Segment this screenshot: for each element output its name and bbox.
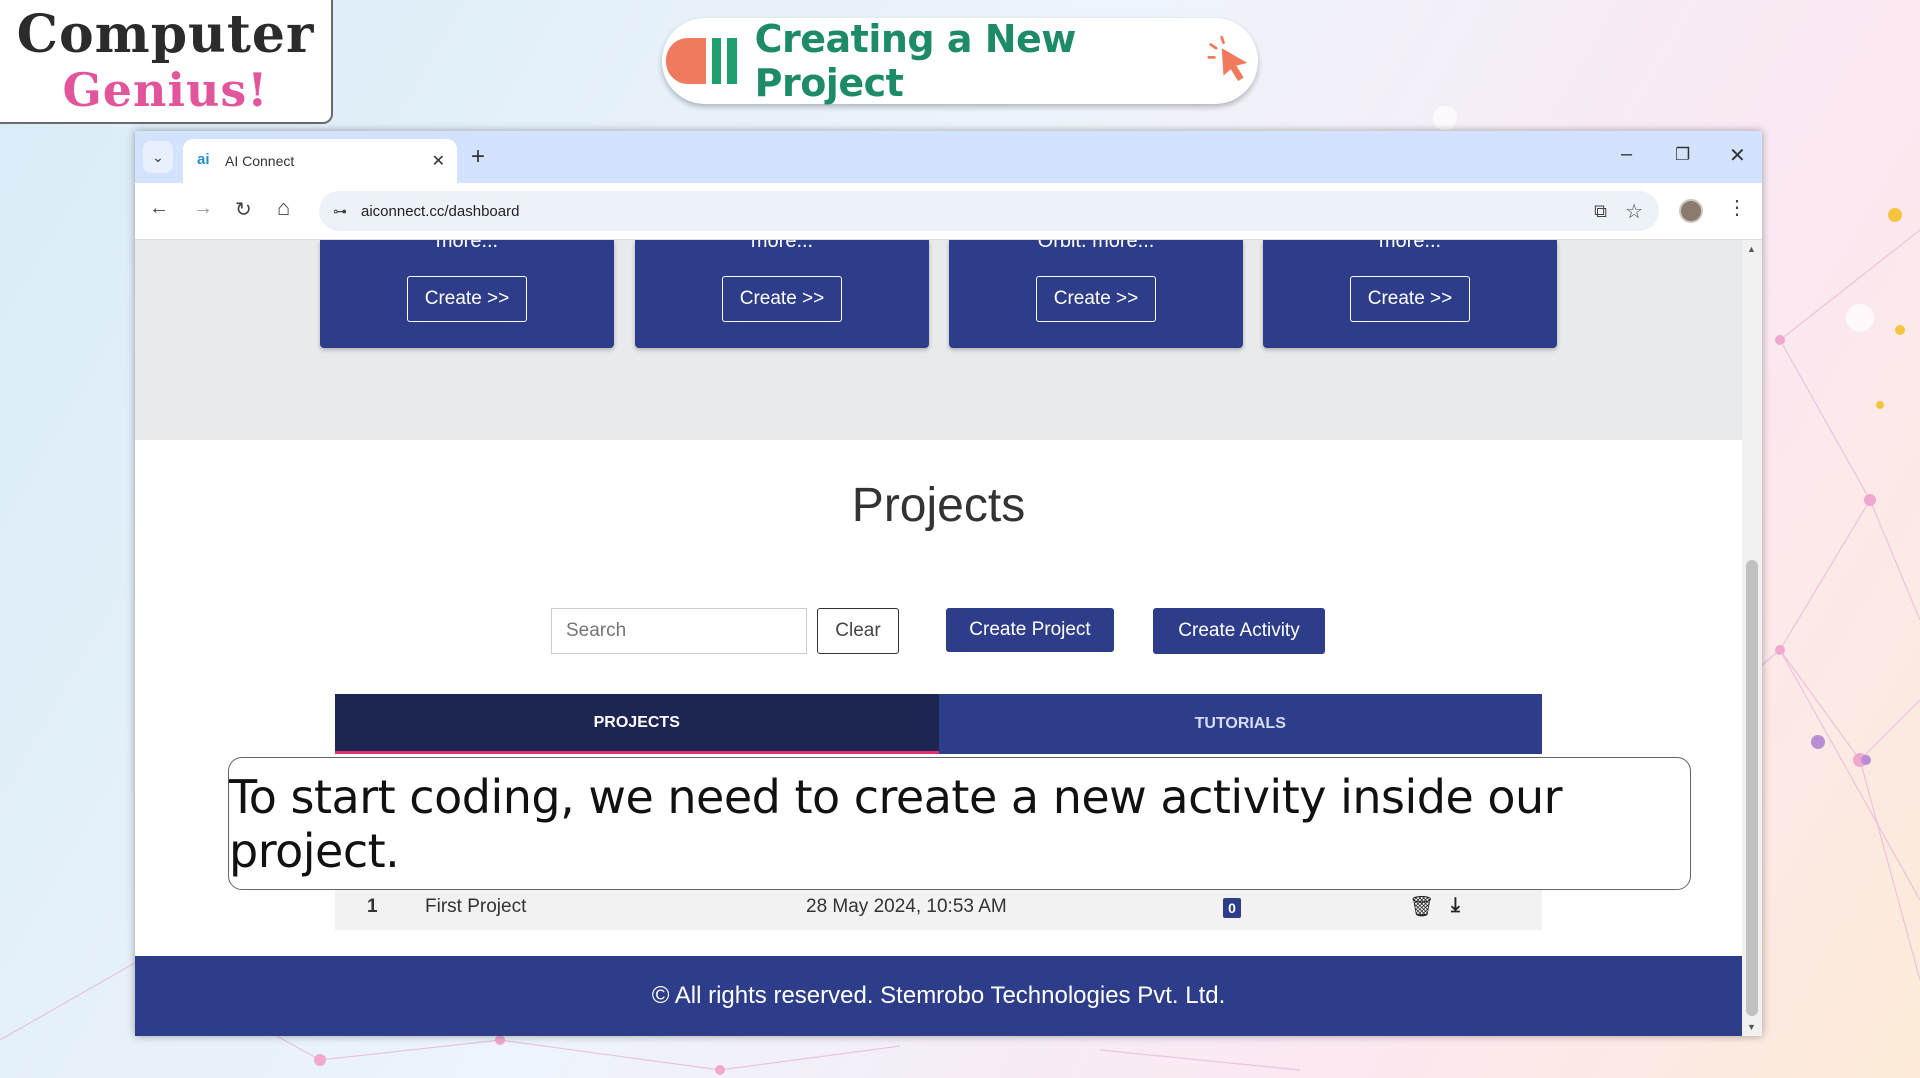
ai-connect-favicon-icon: ai bbox=[197, 151, 210, 168]
bookmark-star-icon[interactable]: ☆ bbox=[1625, 199, 1643, 224]
install-app-icon[interactable]: ⧉ bbox=[1594, 201, 1607, 222]
tab-strip: ⌄ ai AI Connect ✕ + – ❐ ✕ bbox=[135, 131, 1762, 183]
card-description: more... bbox=[1378, 240, 1442, 252]
brand-line-2: Genius! bbox=[62, 63, 269, 117]
url-text[interactable]: aiconnect.cc/dashboard bbox=[361, 203, 519, 220]
minimize-icon[interactable]: – bbox=[1621, 143, 1632, 166]
delete-icon[interactable]: 🗑 bbox=[1409, 894, 1434, 919]
activity-card: Orbit. more... Create >> bbox=[949, 240, 1243, 348]
page-footer: © All rights reserved. Stemrobo Technolo… bbox=[135, 956, 1742, 1036]
card-create-button[interactable]: Create >> bbox=[1350, 276, 1470, 322]
banner-decor-block bbox=[666, 38, 707, 84]
tab-tutorials[interactable]: TUTORIALS bbox=[938, 694, 1542, 754]
download-icon[interactable]: ⤓ bbox=[1451, 894, 1460, 917]
brand-logo: Computer Genius! bbox=[0, 0, 333, 124]
activity-count-badge: 0 bbox=[1223, 898, 1241, 918]
tab-close-icon[interactable]: ✕ bbox=[432, 151, 445, 171]
activity-cards-section: more... Create >> more... Create >> Orbi… bbox=[135, 240, 1742, 440]
lesson-title: Creating a New Project bbox=[754, 17, 1077, 105]
activity-card: more... Create >> bbox=[1263, 240, 1557, 348]
home-icon[interactable]: ⌂ bbox=[277, 195, 290, 221]
profile-avatar[interactable] bbox=[1679, 199, 1703, 223]
cursor-click-icon bbox=[1207, 35, 1248, 82]
activity-card: more... Create >> bbox=[635, 240, 929, 348]
card-create-button[interactable]: Create >> bbox=[722, 276, 842, 322]
brand-line-1: Computer bbox=[16, 4, 315, 65]
card-description: Orbit. more... bbox=[1037, 240, 1155, 252]
reload-icon[interactable]: ↻ bbox=[235, 197, 252, 222]
row-index: 1 bbox=[367, 896, 378, 917]
tab-search-dropdown-icon[interactable]: ⌄ bbox=[143, 141, 173, 173]
browser-menu-icon[interactable]: ⋮ bbox=[1727, 195, 1747, 220]
scrollbar-thumb[interactable] bbox=[1746, 560, 1758, 1016]
browser-tab-ai-connect[interactable]: ai AI Connect ✕ bbox=[183, 139, 457, 183]
clear-search-button[interactable]: Clear bbox=[817, 608, 899, 654]
restore-icon[interactable]: ❐ bbox=[1675, 145, 1690, 165]
activity-card: more... Create >> bbox=[320, 240, 614, 348]
card-create-button[interactable]: Create >> bbox=[1036, 276, 1156, 322]
banner-decor-bar bbox=[727, 38, 737, 84]
browser-window: ⌄ ai AI Connect ✕ + – ❐ ✕ ← → ↻ ⌂ ⊶ aico… bbox=[135, 131, 1762, 1036]
project-name[interactable]: First Project bbox=[425, 896, 526, 918]
dashboard-page: more... Create >> more... Create >> Orbi… bbox=[135, 240, 1742, 1036]
create-project-button[interactable]: Create Project bbox=[946, 608, 1114, 652]
page-scrollbar[interactable]: ▲ ▼ bbox=[1742, 240, 1762, 1036]
banner-decor-bar bbox=[712, 38, 722, 84]
new-tab-icon[interactable]: + bbox=[471, 143, 485, 171]
card-create-button[interactable]: Create >> bbox=[407, 276, 527, 322]
project-date: 28 May 2024, 10:53 AM bbox=[806, 896, 1007, 917]
scroll-up-icon[interactable]: ▲ bbox=[1747, 244, 1756, 254]
scroll-down-icon[interactable]: ▼ bbox=[1747, 1022, 1756, 1032]
tab-projects[interactable]: PROJECTS bbox=[335, 694, 939, 754]
projects-tabs: PROJECTS TUTORIALS bbox=[335, 694, 1542, 754]
browser-toolbar: ← → ↻ ⌂ ⊶ aiconnect.cc/dashboard ⧉ ☆ ⋮ bbox=[135, 183, 1762, 240]
forward-icon[interactable]: → bbox=[193, 197, 213, 220]
project-search-input[interactable] bbox=[551, 608, 807, 654]
window-close-icon[interactable]: ✕ bbox=[1729, 143, 1746, 168]
tab-title: AI Connect bbox=[225, 153, 295, 169]
table-row[interactable]: 1 First Project 28 May 2024, 10:53 AM 0 … bbox=[335, 884, 1542, 930]
address-bar[interactable]: ⊶ aiconnect.cc/dashboard ⧉ ☆ bbox=[319, 191, 1659, 231]
back-icon[interactable]: ← bbox=[149, 197, 169, 220]
create-activity-button[interactable]: Create Activity bbox=[1153, 608, 1325, 654]
site-settings-icon[interactable]: ⊶ bbox=[333, 203, 347, 220]
projects-heading: Projects bbox=[851, 479, 1026, 532]
lesson-title-banner: Creating a New Project bbox=[662, 17, 1258, 105]
lesson-caption: To start coding, we need to create a new… bbox=[228, 757, 1691, 890]
card-description: more... bbox=[750, 240, 814, 252]
card-description: more... bbox=[435, 240, 499, 252]
